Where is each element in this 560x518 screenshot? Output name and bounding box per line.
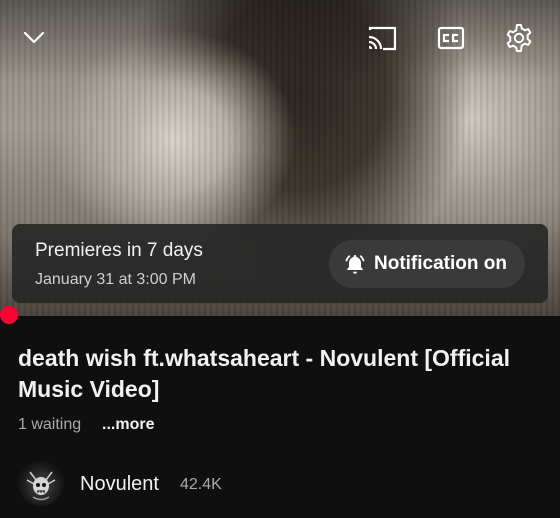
bell-ringing-icon (345, 255, 365, 274)
waiting-count: 1 waiting (18, 416, 82, 433)
premiere-banner: Premieres in 7 days January 31 at 3:00 P… (12, 224, 548, 303)
notification-label: Notification on (374, 253, 507, 274)
top-gradient (0, 0, 560, 80)
channel-name[interactable]: Novulent (80, 473, 159, 496)
video-player[interactable]: Premieres in 7 days January 31 at 3:00 P… (0, 0, 560, 316)
subscriber-count: 42.4K (180, 476, 222, 493)
premiere-date: January 31 at 3:00 PM (35, 271, 196, 288)
collapse-button[interactable] (16, 20, 52, 56)
premiere-countdown: Premieres in 7 days (35, 240, 203, 261)
captions-button[interactable] (433, 20, 469, 56)
skull-logo-icon (26, 471, 56, 501)
video-title: death wish ft.whatsaheart - Novulent [Of… (18, 345, 511, 402)
cast-icon (368, 26, 397, 51)
cast-button[interactable] (364, 20, 400, 56)
gear-icon (506, 24, 532, 52)
closed-captions-icon (437, 26, 465, 50)
settings-button[interactable] (501, 20, 537, 56)
chevron-down-icon (23, 31, 45, 44)
progress-scrubber[interactable] (0, 306, 18, 324)
more-link[interactable]: ...more (102, 416, 154, 434)
notification-button[interactable]: Notification on (329, 240, 525, 288)
channel-avatar[interactable] (18, 460, 64, 506)
